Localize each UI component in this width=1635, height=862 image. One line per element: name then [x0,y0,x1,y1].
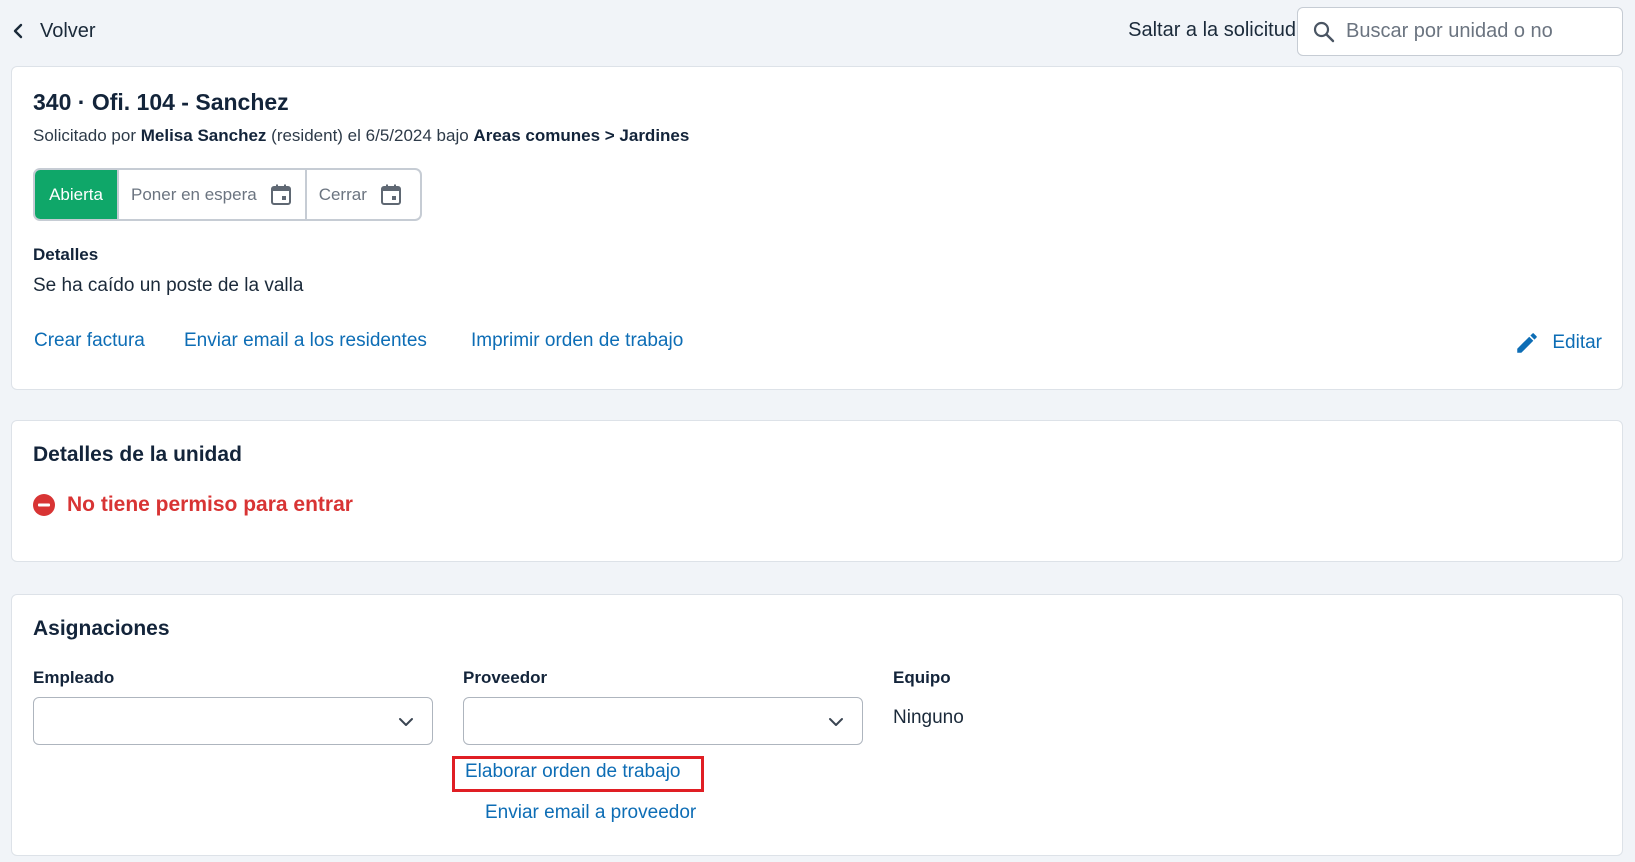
requester-role: (resident) el 6/5/2024 bajo [271,126,469,145]
top-bar: Volver Saltar a la solicitud [0,0,1635,62]
vendor-select[interactable] [463,697,863,745]
calendar-icon [270,184,291,205]
create-work-order-link[interactable]: Elaborar orden de trabajo [465,761,680,783]
create-invoice-link[interactable]: Crear factura [34,330,145,352]
email-residents-link[interactable]: Enviar email a los residentes [184,330,427,352]
print-work-order-link[interactable]: Imprimir orden de trabajo [471,330,683,352]
back-button[interactable]: Volver [10,18,96,44]
status-open-label: Abierta [49,184,103,204]
status-toggle-group: Abierta Poner en espera Cerrar [33,168,422,221]
no-entry-icon [33,494,55,516]
assignments-card: Asignaciones Empleado Proveedor Equipo N… [11,594,1623,856]
search-input[interactable] [1346,20,1616,43]
jump-to-request-label: Saltar a la solicitud [1128,19,1296,41]
search-box[interactable] [1297,7,1623,56]
request-title: 340 · Ofi. 104 - Sanchez [33,89,289,115]
request-subtitle: Solicitado por Melisa Sanchez (resident)… [33,126,689,146]
pencil-icon [1517,333,1538,353]
unit-details-title: Detalles de la unidad [33,443,242,466]
request-card: 340 · Ofi. 104 - Sanchez Solicitado por … [11,66,1623,390]
employee-label: Empleado [33,668,115,687]
entry-permission-text: No tiene permiso para entrar [67,493,353,516]
edit-label: Editar [1552,332,1602,353]
employee-select[interactable] [33,697,433,745]
chevron-down-icon [829,718,843,726]
status-hold-button[interactable]: Poner en espera [119,170,307,219]
request-category: Areas comunes > Jardines [473,126,690,145]
unit-details-card: Detalles de la unidad No tiene permiso p… [11,420,1623,562]
details-text: Se ha caído un poste de la valla [33,275,304,296]
search-icon [1313,21,1335,42]
team-value: Ninguno [893,707,964,728]
back-label: Volver [40,19,96,42]
status-close-button[interactable]: Cerrar [307,170,415,219]
requester-name: Melisa Sanchez [140,126,267,145]
calendar-icon [380,184,401,205]
edit-button[interactable]: Editar [1514,330,1602,356]
chevron-left-icon [13,23,23,39]
vendor-label: Proveedor [463,668,548,687]
status-open-button[interactable]: Abierta [35,170,119,219]
assignments-title: Asignaciones [33,617,170,640]
details-label: Detalles [33,245,99,264]
status-hold-label: Poner en espera [131,184,257,204]
team-label: Equipo [893,668,951,687]
status-close-label: Cerrar [318,184,367,204]
email-vendor-link[interactable]: Enviar email a proveedor [485,802,696,824]
chevron-down-icon [399,718,413,726]
entry-permission-status: No tiene permiso para entrar [33,493,353,517]
subtitle-prefix: Solicitado por [33,126,137,145]
